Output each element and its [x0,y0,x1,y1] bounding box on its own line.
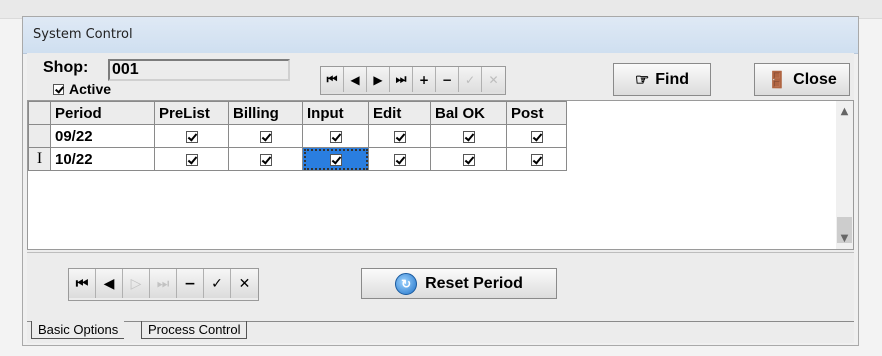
system-control-window: System Control Shop: 001 Active ⏮ ◀ ▶ ⏭ + − ✓ ✕… [22,16,859,346]
active-checkbox[interactable] [53,83,64,95]
column-header[interactable]: Input [302,101,369,125]
tab-strip: Basic Options Process Control [27,321,854,342]
checkbox-checked-icon[interactable] [462,130,475,143]
reset-icon: ↻ [395,272,418,295]
door-exit-icon: 🚪 [767,71,788,89]
checkbox-checked-icon[interactable] [329,130,342,143]
prior-button[interactable]: ◀ [96,269,123,298]
grid-navigator: ⏮ ◀ ▷ ⏭ − ✓ ✕ [68,268,259,301]
reset-label: Reset Period [425,274,523,292]
insert-record-button[interactable]: + [413,67,436,92]
check-cell[interactable] [302,124,369,148]
checkbox-checked-icon[interactable] [393,153,406,166]
tab-process-control[interactable]: Process Control [141,321,248,339]
check-cell[interactable] [368,124,431,148]
window-title: System Control [33,27,133,42]
close-button[interactable]: 🚪 Close [754,63,850,96]
title-bar: System Control [23,17,858,54]
first-record-button[interactable]: ⏮ [321,67,344,92]
tab-basic-options[interactable]: Basic Options [31,321,125,339]
column-header[interactable]: Bal OK [430,101,507,125]
column-header[interactable]: Billing [228,101,303,125]
header-panel: Shop: 001 Active ⏮ ◀ ▶ ⏭ + − ✓ ✕ ☞ Find 🚪 Close [27,53,854,99]
column-header[interactable]: Post [506,101,567,125]
checkbox-checked-icon[interactable] [259,130,272,143]
find-button[interactable]: ☞ Find [613,63,711,96]
column-header[interactable]: Period [50,101,155,125]
prior-record-button[interactable]: ◀ [344,67,367,92]
check-cell[interactable] [228,147,303,171]
active-label: Active [69,81,112,97]
delete-record-button[interactable]: − [436,67,459,92]
checkbox-checked-icon[interactable] [393,130,406,143]
cancel-edit-button[interactable]: ✕ [482,67,505,92]
period-cell[interactable]: 10/22 [50,147,155,171]
row-indicator [28,124,51,148]
table-row[interactable]: 09/22 [28,124,567,148]
scroll-up-icon[interactable]: ▲ [836,103,853,120]
shop-field[interactable]: 001 [108,59,290,81]
indicator-column-header [28,101,51,125]
check-cell[interactable] [154,124,229,148]
check-cell[interactable] [228,124,303,148]
checkbox-checked-icon[interactable] [530,153,543,166]
delete-button[interactable]: − [177,269,204,298]
shop-label: Shop: [43,59,89,76]
last-button[interactable]: ⏭ [150,269,177,298]
checkbox-checked-icon[interactable] [259,153,272,166]
vertical-scrollbar[interactable]: ▲ ▼ [836,101,853,249]
period-cell[interactable]: 09/22 [50,124,155,148]
find-icon: ☞ [634,71,650,89]
first-button[interactable]: ⏮ [69,269,96,298]
check-cell[interactable] [506,147,567,171]
check-cell[interactable] [430,124,507,148]
active-checkbox-row[interactable]: Active [53,81,111,97]
column-header[interactable]: PreList [154,101,229,125]
client-area: Shop: 001 Active ⏮ ◀ ▶ ⏭ + − ✓ ✕ ☞ Find 🚪 Close… [27,53,854,343]
period-grid[interactable]: Period PreList Billing Input Edit Bal OK Post … [27,100,854,250]
cancel-button[interactable]: ✕ [231,269,258,298]
grid-header-row: Period PreList Billing Input Edit Bal OK Post [28,101,567,125]
check-cell[interactable] [368,147,431,171]
bottom-toolbar: ⏮ ◀ ▷ ⏭ − ✓ ✕ ↻ Reset Period [27,252,854,317]
next-record-button[interactable]: ▶ [367,67,390,92]
post-edit-button[interactable]: ✓ [459,67,482,92]
check-cell[interactable] [430,147,507,171]
row-indicator: I [28,147,51,171]
check-cell[interactable] [506,124,567,148]
column-header[interactable]: Edit [368,101,431,125]
record-navigator: ⏮ ◀ ▶ ⏭ + − ✓ ✕ [320,66,506,95]
check-cell[interactable] [154,147,229,171]
checkbox-checked-icon[interactable] [185,153,198,166]
post-button[interactable]: ✓ [204,269,231,298]
close-label: Close [793,70,837,88]
period-table: Period PreList Billing Input Edit Bal OK Post … [28,101,567,171]
reset-period-button[interactable]: ↻ Reset Period [361,268,557,299]
scroll-down-icon[interactable]: ▼ [836,230,853,247]
checkbox-checked-icon[interactable] [329,153,342,166]
checkbox-checked-icon[interactable] [462,153,475,166]
next-button[interactable]: ▷ [123,269,150,298]
checkbox-checked-icon[interactable] [185,130,198,143]
check-cell[interactable] [302,147,369,171]
last-record-button[interactable]: ⏭ [390,67,413,92]
find-label: Find [655,70,690,88]
checkbox-checked-icon[interactable] [530,130,543,143]
table-row[interactable]: I 10/22 [28,147,567,171]
